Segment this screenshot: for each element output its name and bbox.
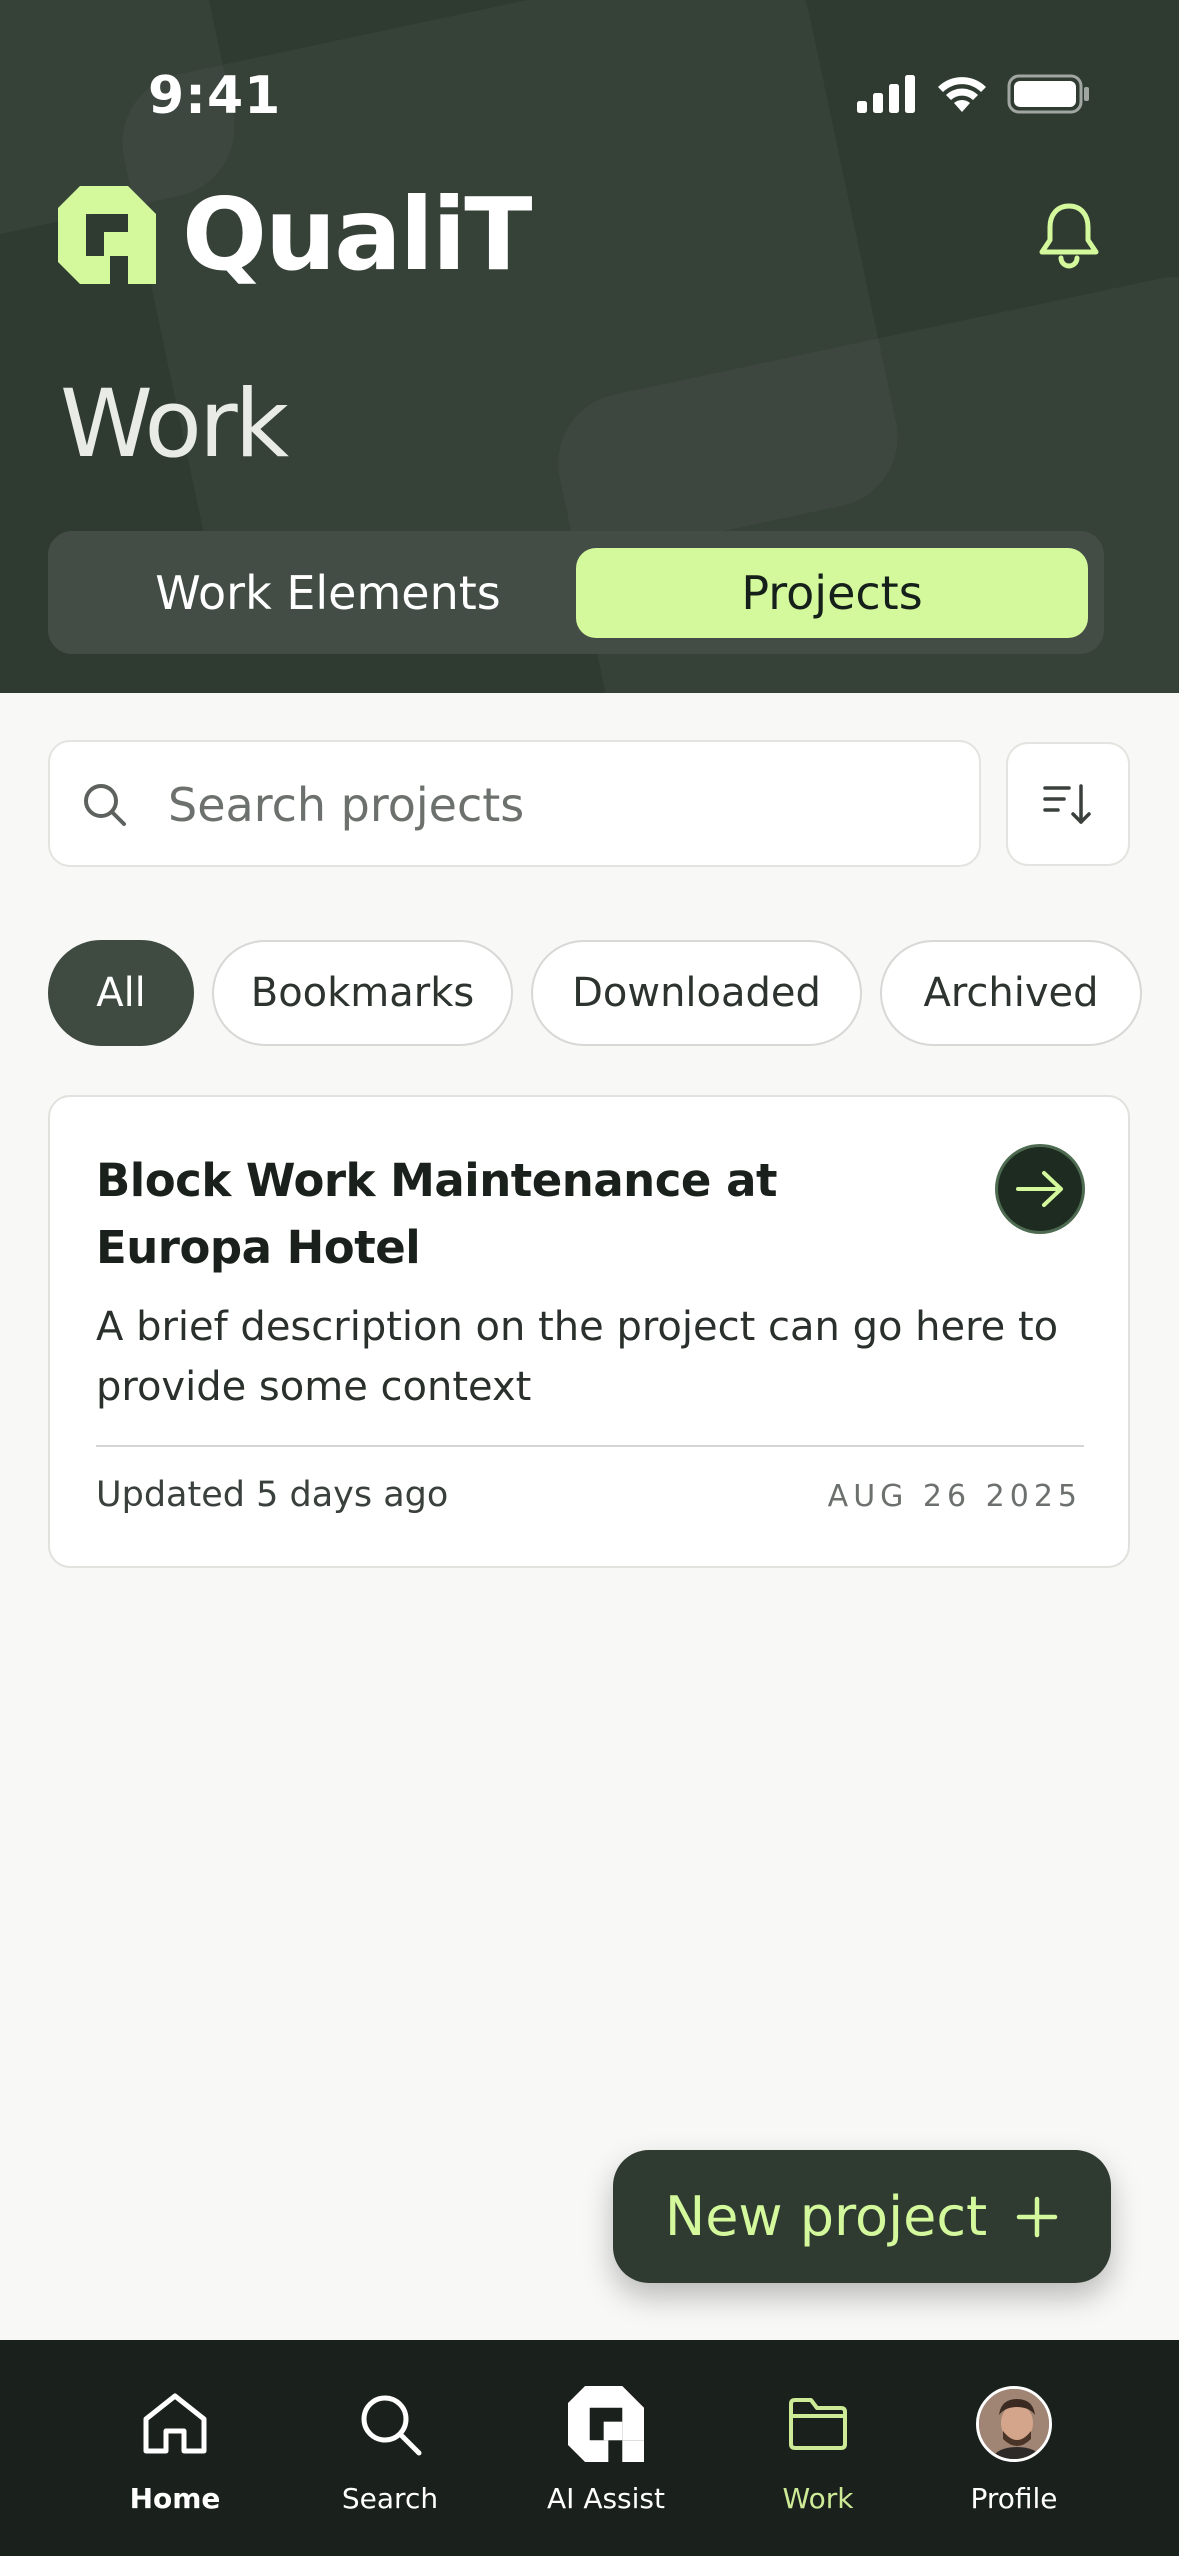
status-time: 9:41 — [148, 66, 282, 126]
status-icons — [857, 74, 1091, 114]
plus-icon — [1016, 2196, 1058, 2237]
nav-ai-assist[interactable]: AI Assist — [506, 2384, 706, 2515]
nav-search-label: Search — [341, 2482, 439, 2515]
nav-ai-assist-label: AI Assist — [547, 2482, 665, 2515]
nav-profile-label: Profile — [970, 2482, 1058, 2515]
app-logo: QualiT — [58, 176, 532, 293]
tab-work-elements[interactable]: Work Elements — [68, 548, 588, 638]
search-icon — [361, 2395, 422, 2456]
home-icon — [143, 2393, 207, 2454]
open-project-button[interactable] — [995, 1144, 1085, 1234]
sort-button[interactable] — [1006, 742, 1130, 866]
filter-chip-downloaded[interactable]: Downloaded — [531, 940, 862, 1046]
card-divider — [96, 1445, 1084, 1447]
bottom-nav: Home Search AI Assist Work Profile — [0, 2340, 1179, 2556]
search-input[interactable] — [168, 772, 948, 838]
nav-home-label: Home — [129, 2482, 221, 2515]
notifications-button[interactable] — [1037, 200, 1101, 274]
battery-icon — [1007, 74, 1089, 114]
header: 9:41 QualiT Work Work Elements Projects — [0, 0, 1179, 693]
sort-icon — [1043, 784, 1091, 824]
project-card[interactable]: Block Work Maintenance at Europa Hotel A… — [48, 1095, 1130, 1568]
arrow-right-icon — [1016, 1171, 1063, 1207]
folder-icon — [789, 2398, 847, 2450]
filter-chips: All Bookmarks Downloaded Archived — [48, 940, 1142, 1046]
filter-chip-archived[interactable]: Archived — [880, 940, 1142, 1046]
status-bar: 9:41 — [0, 0, 1179, 180]
search-icon — [84, 784, 126, 826]
avatar — [976, 2386, 1052, 2462]
nav-profile[interactable]: Profile — [914, 2384, 1114, 2515]
nav-search[interactable]: Search — [290, 2384, 490, 2515]
tab-projects[interactable]: Projects — [576, 548, 1088, 638]
project-date: AUG 26 2025 — [827, 1479, 1082, 1514]
ai-assist-icon — [568, 2386, 644, 2462]
bell-icon — [1039, 203, 1099, 269]
page-title: Work — [60, 370, 289, 479]
project-description: A brief description on the project can g… — [96, 1304, 1059, 1410]
nav-home[interactable]: Home — [75, 2384, 275, 2515]
cellular-signal-icon — [857, 75, 915, 113]
qualit-logo-icon — [58, 186, 156, 284]
project-title: Block Work Maintenance at Europa Hotel — [96, 1154, 777, 1274]
segmented-control: Work Elements Projects — [48, 531, 1104, 654]
filter-chip-bookmarks[interactable]: Bookmarks — [212, 940, 513, 1046]
app-name: QualiT — [182, 176, 532, 293]
new-project-button[interactable]: New project — [613, 2150, 1111, 2283]
search-field — [48, 740, 981, 867]
nav-work[interactable]: Work — [718, 2384, 918, 2515]
new-project-label: New project — [664, 2185, 988, 2248]
project-updated: Updated 5 days ago — [96, 1475, 449, 1515]
filter-chip-all[interactable]: All — [48, 940, 194, 1046]
wifi-icon — [938, 77, 986, 112]
nav-work-label: Work — [782, 2482, 854, 2515]
